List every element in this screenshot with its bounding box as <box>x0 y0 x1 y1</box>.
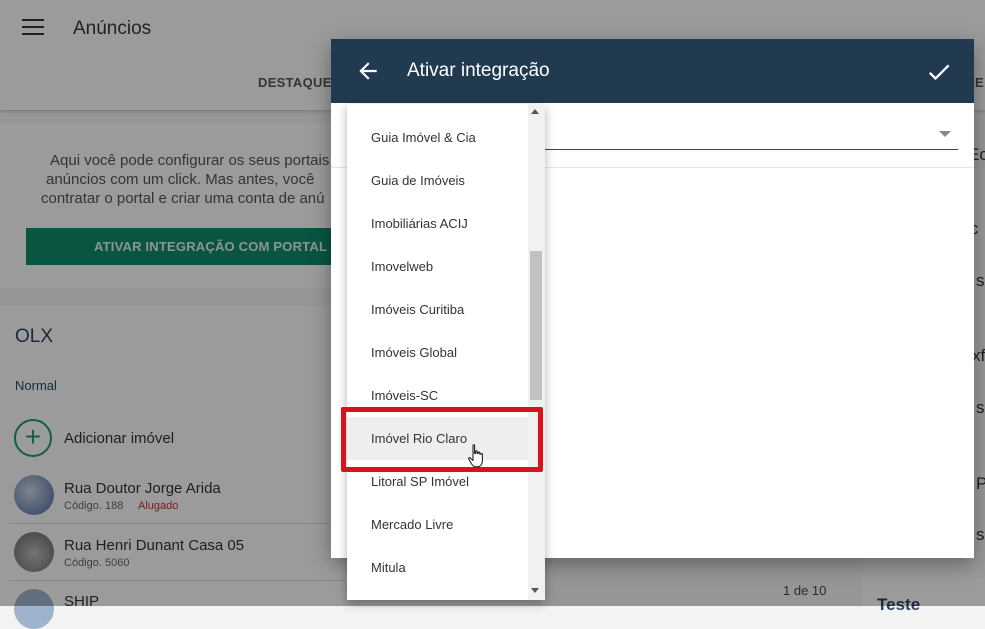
scroll-down-icon[interactable] <box>531 588 539 593</box>
hand-cursor-icon <box>468 444 483 468</box>
dropdown-option[interactable]: Guia de Imóveis <box>347 159 528 202</box>
back-arrow-icon[interactable] <box>355 58 381 84</box>
portal-select[interactable] <box>545 149 958 150</box>
dropdown-option[interactable]: Mitula <box>347 546 528 589</box>
highlight-box <box>341 407 543 472</box>
check-icon[interactable] <box>925 58 953 86</box>
portal-dropdown-list[interactable]: Guia Imóvel & Cia Guia de Imóveis Imobil… <box>347 104 545 600</box>
dialog-title: Ativar integração <box>407 60 550 81</box>
scrollbar-thumb[interactable] <box>530 251 542 400</box>
dropdown-option[interactable]: Imóveis Global <box>347 331 528 374</box>
dropdown-option[interactable]: Imovelweb <box>347 245 528 288</box>
dropdown-option[interactable]: Guia Imóvel & Cia <box>347 116 528 159</box>
dropdown-option[interactable]: Mercado Livre <box>347 503 528 546</box>
dropdown-option[interactable]: Imóveis Curitiba <box>347 288 528 331</box>
scroll-up-icon[interactable] <box>531 109 539 114</box>
dropdown-option[interactable]: Imobiliárias ACIJ <box>347 202 528 245</box>
dropdown-arrow-icon[interactable] <box>939 131 951 137</box>
